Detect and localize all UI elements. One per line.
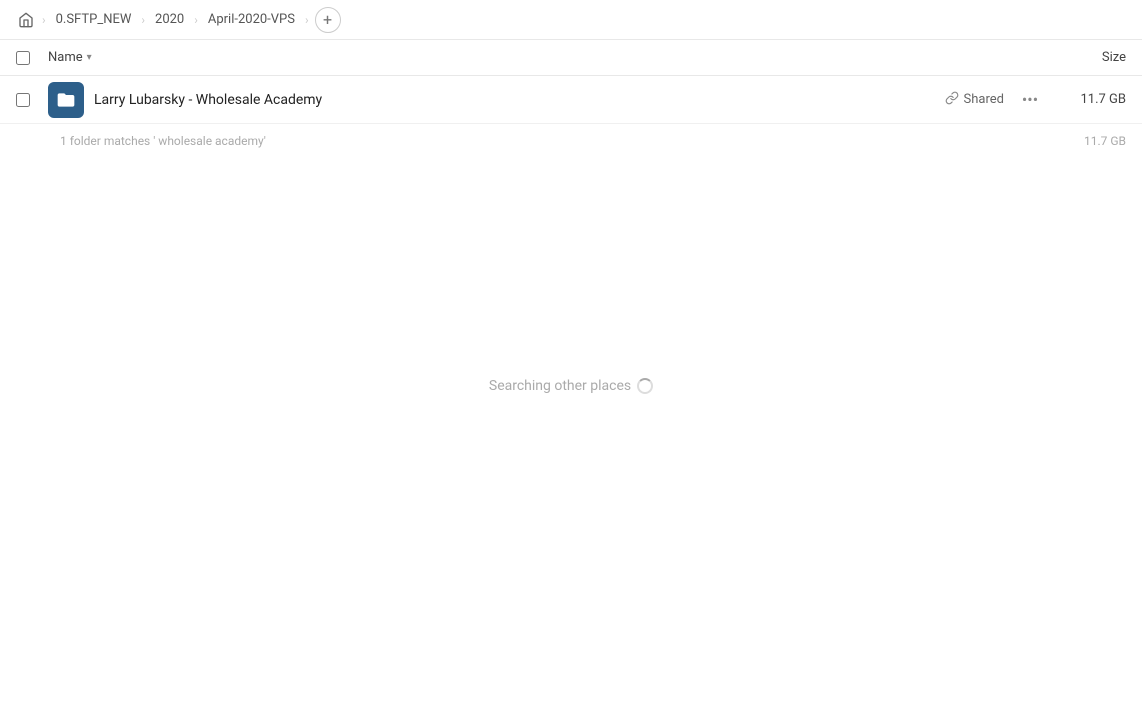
breadcrumb-item-sftp[interactable]: 0.SFTP_NEW <box>48 8 140 31</box>
breadcrumb-item-april[interactable]: April-2020-VPS <box>200 8 303 31</box>
shared-label: Shared <box>964 92 1004 107</box>
row-checkbox[interactable] <box>16 93 30 107</box>
more-options-button[interactable]: ••• <box>1016 86 1044 114</box>
link-icon <box>945 91 959 109</box>
app-container: › 0.SFTP_NEW › 2020 › April-2020-VPS › +… <box>0 0 1142 720</box>
shared-indicator: Shared <box>945 91 1004 109</box>
header-checkbox-col[interactable] <box>16 51 48 65</box>
match-size: 11.7 GB <box>1084 134 1126 148</box>
file-size: 11.7 GB <box>1056 92 1126 107</box>
match-info-bar: 1 folder matches ' wholesale academy' 11… <box>0 124 1142 158</box>
searching-spinner <box>637 378 653 394</box>
breadcrumb-bar: › 0.SFTP_NEW › 2020 › April-2020-VPS › + <box>0 0 1142 40</box>
match-text: 1 folder matches ' wholesale academy' <box>60 134 266 148</box>
name-column-label: Name <box>48 50 83 65</box>
column-header: Name ▾ Size <box>0 40 1142 76</box>
searching-area: Searching other places <box>0 378 1142 394</box>
size-column-header[interactable]: Size <box>1046 50 1126 65</box>
name-column-header[interactable]: Name ▾ <box>48 50 1046 65</box>
breadcrumb-item-2020[interactable]: 2020 <box>147 8 192 31</box>
home-breadcrumb[interactable] <box>12 6 40 34</box>
breadcrumb-sep-1: › <box>42 13 46 27</box>
row-checkbox-col[interactable] <box>16 93 48 107</box>
select-all-checkbox[interactable] <box>16 51 30 65</box>
breadcrumb-sep-4: › <box>305 13 309 27</box>
breadcrumb-sep-2: › <box>141 13 145 27</box>
searching-text: Searching other places <box>489 378 631 394</box>
table-row: Larry Lubarsky - Wholesale Academy Share… <box>0 76 1142 124</box>
file-list: Larry Lubarsky - Wholesale Academy Share… <box>0 76 1142 720</box>
name-sort-arrow: ▾ <box>87 52 92 63</box>
folder-icon <box>48 82 84 118</box>
add-breadcrumb-button[interactable]: + <box>315 7 341 33</box>
file-name[interactable]: Larry Lubarsky - Wholesale Academy <box>94 92 945 108</box>
breadcrumb-sep-3: › <box>194 13 198 27</box>
